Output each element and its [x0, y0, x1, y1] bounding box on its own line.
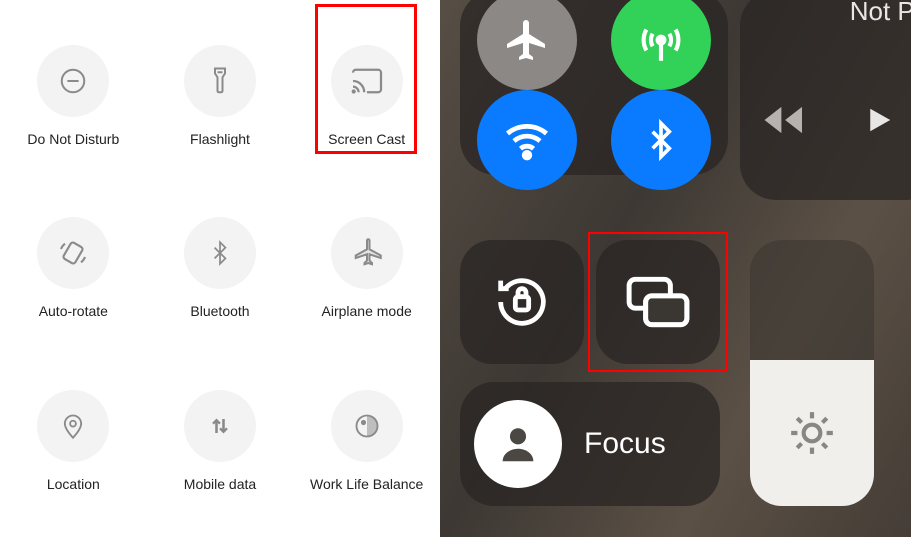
cellular-data-toggle[interactable] — [611, 0, 711, 90]
bluetooth-toggle[interactable] — [611, 90, 711, 190]
tile-label: Do Not Disturb — [27, 131, 119, 147]
tile-location[interactable]: Location — [0, 355, 147, 527]
tile-work-life-balance[interactable]: Work Life Balance — [293, 355, 440, 527]
tile-do-not-disturb[interactable]: Do Not Disturb — [0, 10, 147, 182]
data-icon — [184, 390, 256, 462]
highlight-box-icon — [588, 232, 728, 372]
bluetooth-icon — [184, 217, 256, 289]
brightness-fill — [750, 360, 874, 506]
ios-control-center-panel: Not Pla Focus — [440, 0, 911, 537]
android-tiles-grid: Do Not Disturb Flashlight Screen Cast Au… — [0, 10, 440, 527]
tile-label: Bluetooth — [190, 303, 249, 319]
tile-label: Auto-rotate — [39, 303, 108, 319]
tile-label: Airplane mode — [322, 303, 412, 319]
tile-mobile-data[interactable]: Mobile data — [147, 355, 294, 527]
focus-label: Focus — [584, 427, 666, 461]
tile-label: Work Life Balance — [310, 476, 423, 492]
brightness-slider[interactable] — [750, 240, 874, 506]
focus-avatar-icon — [474, 400, 562, 488]
tile-bluetooth[interactable]: Bluetooth — [147, 182, 294, 354]
rotate-icon — [37, 217, 109, 289]
rewind-icon[interactable] — [764, 105, 810, 135]
dnd-icon — [37, 45, 109, 117]
tile-screen-cast[interactable]: Screen Cast — [293, 10, 440, 182]
tile-flashlight[interactable]: Flashlight — [147, 10, 294, 182]
android-quick-settings-panel: Do Not Disturb Flashlight Screen Cast Au… — [0, 0, 440, 537]
play-icon[interactable] — [864, 102, 894, 138]
tile-auto-rotate[interactable]: Auto-rotate — [0, 182, 147, 354]
flashlight-icon — [184, 45, 256, 117]
location-icon — [37, 390, 109, 462]
media-status-text: Not Pla — [850, 0, 911, 27]
tile-label: Flashlight — [190, 131, 250, 147]
highlight-box-icon — [315, 4, 417, 154]
focus-tile[interactable]: Focus — [460, 382, 720, 506]
airplane-mode-toggle[interactable] — [477, 0, 577, 90]
media-playback-group[interactable]: Not Pla — [740, 0, 911, 200]
rotation-lock-tile[interactable] — [460, 240, 584, 364]
tile-label: Mobile data — [184, 476, 256, 492]
tile-label: Location — [47, 476, 100, 492]
wifi-toggle[interactable] — [477, 90, 577, 190]
airplane-icon — [331, 217, 403, 289]
worklife-icon — [331, 390, 403, 462]
connectivity-group[interactable] — [460, 0, 728, 175]
brightness-icon — [787, 408, 837, 458]
tile-airplane-mode[interactable]: Airplane mode — [293, 182, 440, 354]
